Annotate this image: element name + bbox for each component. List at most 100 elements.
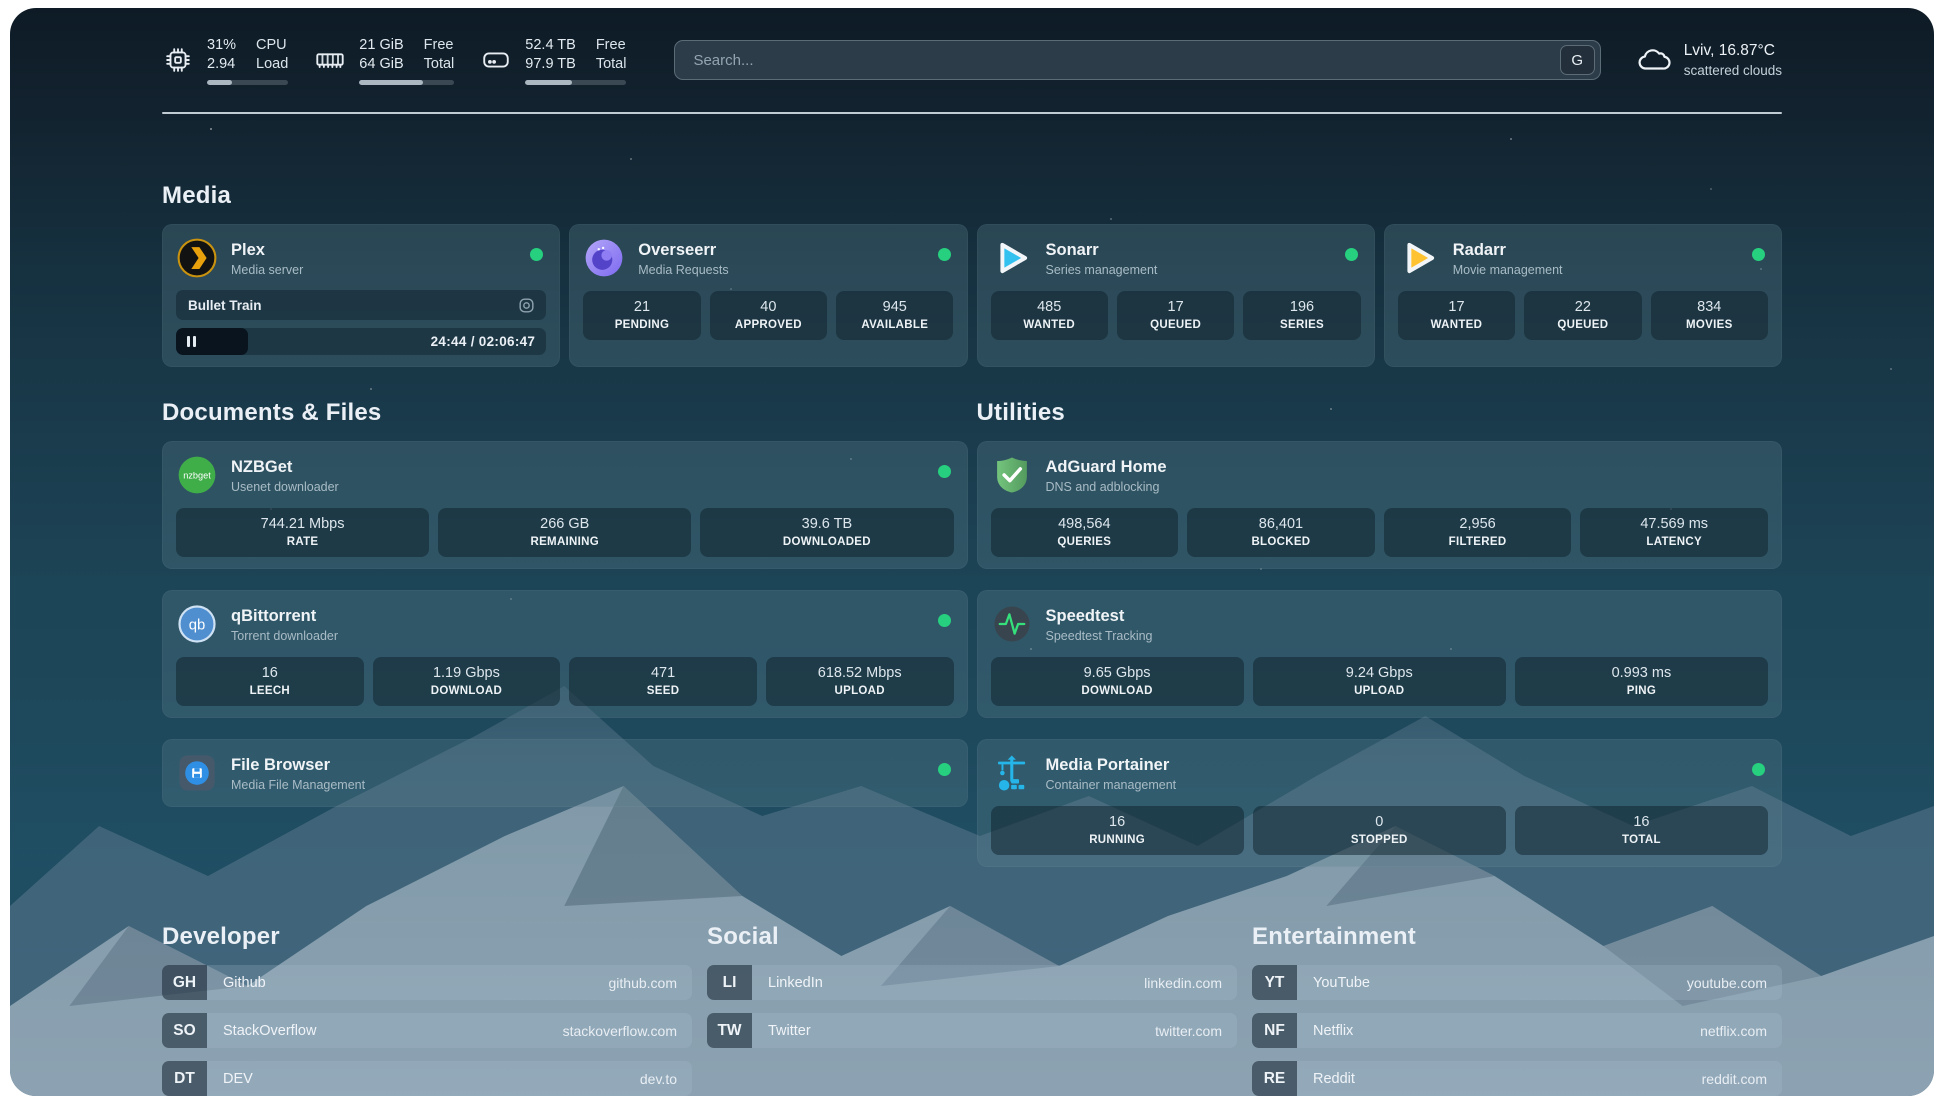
disk-total-value: 97.9 TB — [525, 55, 576, 74]
stats-row: 744.21 Mbps RATE 266 GB REMAINING 39.6 T… — [176, 508, 954, 557]
memory-total-label: Total — [424, 55, 455, 74]
app-subtitle: Movie management — [1453, 263, 1563, 277]
adguard-icon — [991, 454, 1033, 496]
stat-download: 1.19 Gbps DOWNLOAD — [373, 657, 561, 706]
memory-icon — [314, 44, 346, 76]
section-title-entertainment: Entertainment — [1252, 923, 1782, 951]
qbittorrent-link[interactable]: qb qBittorrent Torrent downloader — [176, 602, 954, 646]
app-card-nzbget: nzbget NZBGet Usenet downloader 744.21 M… — [162, 441, 968, 569]
app-card-speedtest: Speedtest Speedtest Tracking 9.65 Gbps D… — [977, 590, 1783, 718]
stat-wanted: 485 WANTED — [991, 291, 1108, 340]
adguard-link[interactable]: AdGuard Home DNS and adblocking — [991, 453, 1769, 497]
cloud-icon — [1635, 42, 1671, 78]
header-divider — [162, 112, 1782, 114]
sonarr-link[interactable]: Sonarr Series management — [991, 236, 1361, 280]
bookmark-abbr: RE — [1252, 1061, 1297, 1096]
filebrowser-link[interactable]: File Browser Media File Management — [176, 751, 954, 795]
app-subtitle: Media File Management — [231, 778, 365, 792]
status-dot — [938, 763, 951, 776]
disk-widget: 52.4 TB 97.9 TB Free Total — [480, 36, 626, 85]
stat-leech: 16 LEECH — [176, 657, 364, 706]
section-title-documents: Documents & Files — [162, 399, 968, 427]
overseerr-link[interactable]: Overseerr Media Requests — [583, 236, 953, 280]
stat-approved: 40 APPROVED — [710, 291, 827, 340]
disk-free-label: Free — [596, 36, 627, 55]
bookmark-youtube[interactable]: YT YouTube youtube.com — [1252, 965, 1782, 1000]
bookmark-reddit[interactable]: RE Reddit reddit.com — [1252, 1061, 1782, 1096]
cpu-label: CPU — [256, 36, 288, 55]
bookmark-url: reddit.com — [1702, 1071, 1767, 1087]
search-input[interactable] — [691, 51, 1559, 70]
stat-download: 9.65 Gbps DOWNLOAD — [991, 657, 1244, 706]
svg-text:nzbget: nzbget — [183, 471, 211, 481]
bookmark-url: stackoverflow.com — [563, 1023, 677, 1039]
disk-free-value: 52.4 TB — [525, 36, 576, 55]
bookmark-name: StackOverflow — [223, 1023, 563, 1039]
session-camera-icon — [517, 296, 536, 315]
bookmark-url: netflix.com — [1700, 1023, 1767, 1039]
section-title-utilities: Utilities — [977, 399, 1783, 427]
nzbget-link[interactable]: nzbget NZBGet Usenet downloader — [176, 453, 954, 497]
radarr-link[interactable]: Radarr Movie management — [1398, 236, 1768, 280]
search-engine-button[interactable]: G — [1560, 45, 1595, 75]
overseerr-icon — [583, 237, 625, 279]
media-grid: Plex Media server Bullet Train — [162, 224, 1782, 367]
stat-running: 16 RUNNING — [991, 806, 1244, 855]
status-dot — [1752, 248, 1765, 261]
plex-link[interactable]: Plex Media server — [176, 236, 546, 280]
status-dot — [938, 465, 951, 478]
bookmark-dev[interactable]: DT DEV dev.to — [162, 1061, 692, 1096]
weather-widget: Lviv, 16.87°C scattered clouds — [1635, 42, 1782, 78]
bookmark-abbr: DT — [162, 1061, 207, 1096]
app-name: Speedtest — [1046, 606, 1153, 626]
stat-movies: 834 MOVIES — [1651, 291, 1768, 340]
bookmark-url: github.com — [609, 975, 677, 991]
search-bar[interactable]: G — [674, 40, 1600, 80]
cpu-load-label: Load — [256, 55, 288, 74]
speedtest-link[interactable]: Speedtest Speedtest Tracking — [991, 602, 1769, 646]
app-card-adguard: AdGuard Home DNS and adblocking 498,564 … — [977, 441, 1783, 569]
section-title-developer: Developer — [162, 923, 692, 951]
stats-row: 21 PENDING 40 APPROVED 945 AVAILABLE — [583, 291, 953, 340]
stat-stopped: 0 STOPPED — [1253, 806, 1506, 855]
portainer-icon — [991, 752, 1033, 794]
cpu-widget: 31% 2.94 CPU Load — [162, 36, 288, 85]
utilities-column: Utilities — [977, 399, 1783, 867]
entertainment-column: Entertainment YT YouTube youtube.com NF … — [1252, 923, 1782, 1096]
now-playing-title: Bullet Train — [188, 298, 517, 313]
bookmark-url: dev.to — [640, 1071, 677, 1087]
bookmark-name: LinkedIn — [768, 975, 1144, 991]
app-subtitle: Torrent downloader — [231, 629, 338, 643]
bookmark-abbr: GH — [162, 965, 207, 1000]
app-card-qbittorrent: qb qBittorrent Torrent downloader 16 LEE… — [162, 590, 968, 718]
app-subtitle: Usenet downloader — [231, 480, 339, 494]
pause-icon[interactable] — [187, 336, 196, 347]
memory-progress-fill — [359, 80, 423, 85]
app-subtitle: Media Requests — [638, 263, 728, 277]
stat-filtered: 2,956 FILTERED — [1384, 508, 1572, 557]
bookmark-twitter[interactable]: TW Twitter twitter.com — [707, 1013, 1237, 1048]
stats-row: 9.65 Gbps DOWNLOAD 9.24 Gbps UPLOAD 0.99… — [991, 657, 1769, 706]
bookmark-name: YouTube — [1313, 975, 1687, 991]
app-name: Media Portainer — [1046, 755, 1177, 775]
stats-row: 16 LEECH 1.19 Gbps DOWNLOAD 471 SEED 6 — [176, 657, 954, 706]
status-dot — [938, 614, 951, 627]
bookmark-github[interactable]: GH Github github.com — [162, 965, 692, 1000]
app-card-portainer: Media Portainer Container management 16 … — [977, 739, 1783, 867]
nzbget-icon: nzbget — [176, 454, 218, 496]
stats-row: 498,564 QUERIES 86,401 BLOCKED 2,956 FIL… — [991, 508, 1769, 557]
bookmark-url: linkedin.com — [1144, 975, 1222, 991]
memory-progress-track — [359, 80, 454, 85]
weather-location-temp: Lviv, 16.87°C — [1684, 42, 1782, 60]
stat-rate: 744.21 Mbps RATE — [176, 508, 429, 557]
bookmark-linkedin[interactable]: LI LinkedIn linkedin.com — [707, 965, 1237, 1000]
bookmark-netflix[interactable]: NF Netflix netflix.com — [1252, 1013, 1782, 1048]
bookmark-stackoverflow[interactable]: SO StackOverflow stackoverflow.com — [162, 1013, 692, 1048]
status-dot — [1752, 763, 1765, 776]
memory-free-value: 21 GiB — [359, 36, 403, 55]
portainer-link[interactable]: Media Portainer Container management — [991, 751, 1769, 795]
bookmark-abbr: SO — [162, 1013, 207, 1048]
speedtest-icon — [991, 603, 1033, 645]
stat-downloaded: 39.6 TB DOWNLOADED — [700, 508, 953, 557]
playback-time: 24:44 / 02:06:47 — [431, 334, 536, 349]
